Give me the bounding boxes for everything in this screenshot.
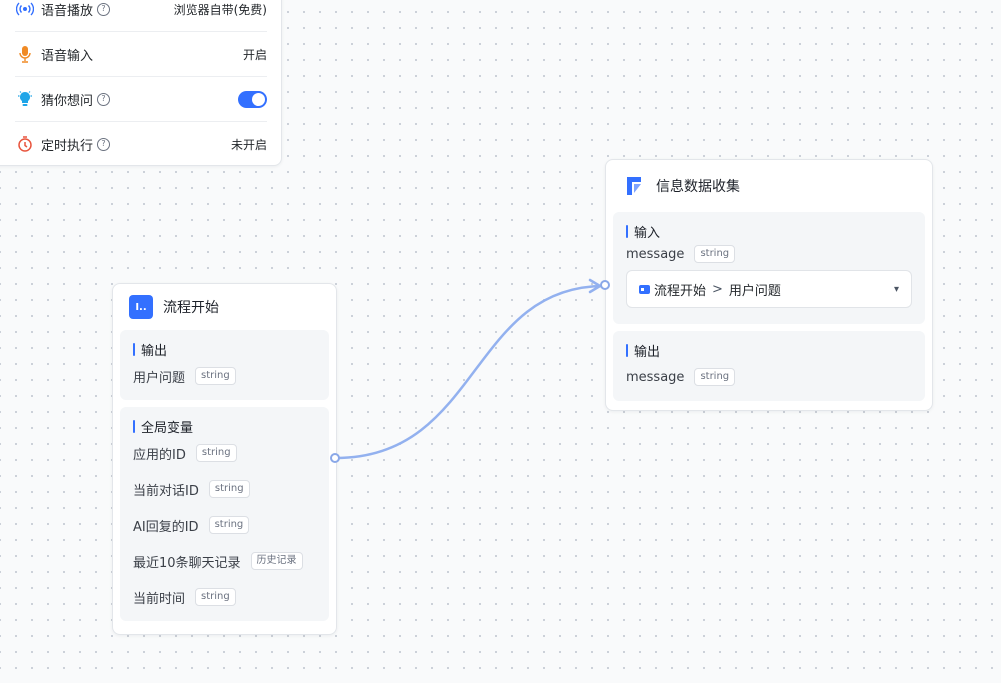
section-title: 输出 xyxy=(133,340,316,359)
select-source: 流程开始 xyxy=(654,283,707,299)
variable-name: message xyxy=(626,246,685,262)
setting-voice-playback[interactable]: 语音播放 ? 浏览器自带(免费) xyxy=(15,0,267,32)
question-guide-toggle[interactable] xyxy=(238,90,267,108)
form-collect-icon xyxy=(622,174,646,198)
variable-name: 当前对话ID xyxy=(133,483,199,499)
help-icon[interactable]: ? xyxy=(97,2,111,16)
variable-name: 最近10条聊天记录 xyxy=(133,555,241,571)
variable-name: 当前时间 xyxy=(133,591,186,607)
speaker-icon xyxy=(15,0,35,19)
node-icon-text: I.. xyxy=(135,301,147,313)
global-vars-section: 全局变量 应用的ID string 当前对话ID string AI回复的ID … xyxy=(120,407,329,621)
help-icon[interactable]: ? xyxy=(97,92,111,106)
variable-name: message xyxy=(626,369,685,385)
chevron-right-icon: > xyxy=(712,281,723,297)
setting-scheduled-run[interactable]: 定时执行 ? 未开启 xyxy=(15,122,267,166)
reference-select[interactable]: 流程开始 > 用户问题 ▾ xyxy=(626,270,912,308)
start-node[interactable]: I.. 流程开始 输出 用户问题 string 全局变量 应用的ID strin… xyxy=(112,283,337,635)
list-item: 当前对话ID string xyxy=(133,471,316,507)
setting-label: 语音输入 xyxy=(41,48,94,64)
chevron-down-icon[interactable]: ▾ xyxy=(894,284,899,295)
type-tag: 历史记录 xyxy=(250,552,303,570)
node-title: 流程开始 xyxy=(163,300,219,316)
list-item: 用户问题 string xyxy=(133,358,316,394)
setting-label: 语音播放 xyxy=(41,3,94,19)
list-item: AI回复的ID string xyxy=(133,507,316,543)
lightbulb-icon xyxy=(15,89,35,109)
variable-name: 用户问题 xyxy=(133,370,186,386)
setting-label: 定时执行 xyxy=(41,138,94,154)
node-header[interactable]: 信息数据收集 xyxy=(606,160,932,212)
setting-voice-input[interactable]: 语音输入 开启 xyxy=(15,32,267,77)
node-header[interactable]: I.. 流程开始 xyxy=(113,284,336,330)
type-tag: string xyxy=(694,245,736,263)
list-item: 最近10条聊天记录 历史记录 xyxy=(133,543,316,579)
output-section: 输出 message string xyxy=(613,331,925,401)
type-tag: string xyxy=(195,444,237,462)
input-section: 输入 message string 流程开始 > 用户问题 ▾ xyxy=(613,212,925,324)
list-item: message string xyxy=(626,240,912,268)
timer-icon xyxy=(15,134,35,154)
source-handle[interactable] xyxy=(330,453,340,463)
info-collect-node[interactable]: 信息数据收集 输入 message string 流程开始 > 用户问题 ▾ 输… xyxy=(605,159,933,411)
toggle-knob xyxy=(252,92,265,106)
type-tag: string xyxy=(208,516,250,534)
section-title: 全局变量 xyxy=(133,417,316,436)
setting-value[interactable]: 开启 xyxy=(243,46,267,63)
node-title: 信息数据收集 xyxy=(656,179,740,195)
setting-label: 猜你想问 xyxy=(41,93,94,109)
section-title: 输出 xyxy=(626,341,912,360)
list-item: 当前时间 string xyxy=(133,579,316,615)
microphone-icon xyxy=(15,44,35,64)
select-field: 用户问题 xyxy=(728,283,781,299)
variable-name: AI回复的ID xyxy=(133,519,199,535)
flow-start-icon: I.. xyxy=(129,295,153,319)
setting-question-guide[interactable]: 猜你想问 ? xyxy=(15,77,267,122)
output-section: 输出 用户问题 string xyxy=(120,330,329,400)
variable-ref-icon xyxy=(639,284,650,294)
type-tag: string xyxy=(195,367,236,385)
app-settings-panel: 语音播放 ? 浏览器自带(免费) 语音输入 开启 猜你想问 ? 定时执行 ? 未… xyxy=(0,0,282,166)
type-tag: string xyxy=(208,480,250,498)
target-handle[interactable] xyxy=(600,280,610,290)
setting-value[interactable]: 浏览器自带(免费) xyxy=(174,1,267,18)
list-item: 应用的ID string xyxy=(133,435,316,471)
list-item: message string xyxy=(626,359,912,395)
help-icon[interactable]: ? xyxy=(97,137,111,151)
setting-value[interactable]: 未开启 xyxy=(231,136,267,153)
section-title: 输入 xyxy=(626,222,912,241)
type-tag: string xyxy=(195,588,236,606)
type-tag: string xyxy=(694,368,736,386)
variable-name: 应用的ID xyxy=(133,447,186,463)
